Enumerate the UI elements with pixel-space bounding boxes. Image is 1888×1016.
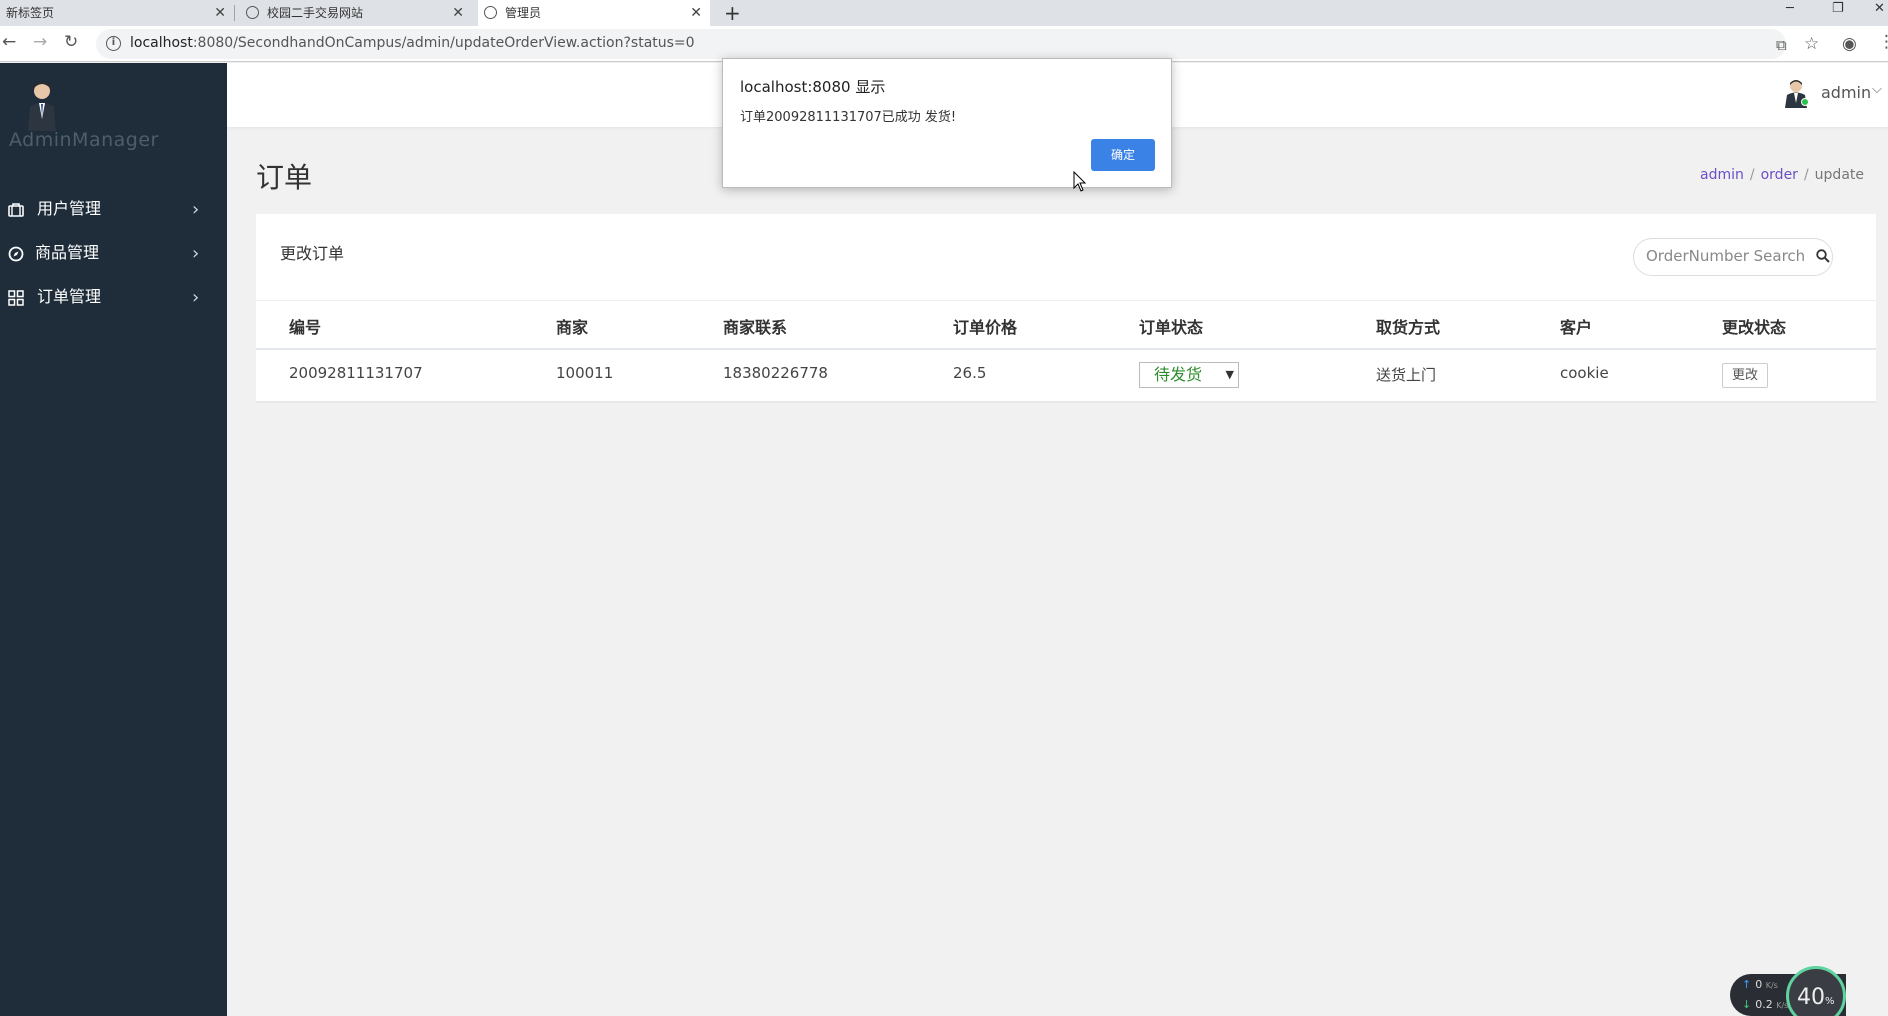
close-icon[interactable]: ✕ (690, 0, 702, 26)
search-box (1633, 238, 1833, 276)
sidebar-item-order-management[interactable]: 订单管理 › (0, 277, 227, 317)
page-title: 订单 (256, 161, 313, 194)
status-selected-value: 待发货 (1154, 365, 1203, 384)
chevron-right-icon: › (192, 199, 200, 220)
breadcrumb-link-admin[interactable]: admin (1700, 167, 1744, 183)
dialog-title: localhost:8080 显示 (740, 78, 886, 96)
tab-title: 新标签页 (6, 6, 55, 20)
restore-icon[interactable]: ❐ (1832, 0, 1844, 18)
cell-pickup-method: 送货上门 (1376, 366, 1437, 384)
browser-tab[interactable]: 校园二手交易网站 ✕ (240, 0, 472, 26)
close-window-icon[interactable]: ✕ (1874, 0, 1885, 18)
url-text: localhost:8080/SecondhandOnCampus/admin/… (130, 35, 695, 51)
chevron-down-icon[interactable]: ⌵ (1872, 82, 1882, 97)
compass-icon (8, 246, 24, 262)
chevron-right-icon: › (192, 287, 200, 308)
tab-title: 校园二手交易网站 (267, 6, 364, 20)
sidebar-item-label: 订单管理 (37, 287, 102, 306)
admin-avatar (28, 82, 56, 131)
globe-icon (484, 6, 497, 19)
card-title: 更改订单 (280, 244, 345, 263)
breadcrumb-current: update (1814, 167, 1864, 183)
sidebar-item-user-management[interactable]: 用户管理 › (0, 189, 227, 229)
close-icon[interactable]: ✕ (214, 0, 226, 26)
order-status-select[interactable]: 待发货 ▼ (1139, 362, 1239, 388)
star-icon[interactable]: ☆ (1804, 34, 1819, 54)
column-header: 更改状态 (1722, 318, 1787, 337)
sidebar-item-product-management[interactable]: 商品管理 › (0, 233, 227, 273)
cell-customer: cookie (1560, 364, 1609, 382)
online-status-dot (1801, 98, 1809, 106)
mouse-cursor-icon (1073, 171, 1087, 192)
url-field[interactable]: i localhost:8080/SecondhandOnCampus/admi… (96, 29, 1787, 59)
breadcrumb: admin / order / update (1700, 167, 1864, 183)
chevron-right-icon: › (192, 243, 200, 264)
sidebar-item-label: 用户管理 (37, 199, 102, 218)
table-header-divider (256, 348, 1876, 350)
cell-seller: 100011 (556, 364, 614, 382)
column-header: 编号 (289, 318, 322, 337)
sidebar: AdminManager 用户管理 › 商品管理 › 订单管理 › (0, 63, 227, 1016)
column-header: 商家 (556, 318, 589, 337)
download-speed: ↓ 0.2 K/s (1742, 998, 1789, 1011)
download-arrow-icon: ↓ (1742, 998, 1752, 1011)
browser-address-bar: ← → ↻ i localhost:8080/SecondhandOnCampu… (0, 26, 1888, 62)
dialog-ok-button[interactable]: 确定 (1091, 139, 1155, 171)
cell-price: 26.5 (953, 364, 987, 382)
cell-order-id: 20092811131707 (289, 364, 423, 382)
breadcrumb-link-order[interactable]: order (1761, 167, 1798, 183)
globe-icon (246, 6, 259, 19)
back-arrow-icon[interactable]: ← (2, 32, 16, 52)
column-header: 商家联系 (723, 318, 788, 337)
column-header: 订单状态 (1139, 318, 1204, 337)
close-icon[interactable]: ✕ (452, 0, 464, 26)
search-icon[interactable] (1816, 249, 1830, 263)
sidebar-item-label: 商品管理 (35, 243, 100, 262)
menu-dots-icon[interactable]: ⋮ (1878, 32, 1888, 52)
account-icon[interactable]: ◉ (1842, 34, 1857, 54)
grid-icon (8, 290, 24, 306)
tab-title: 管理员 (505, 6, 542, 20)
cell-seller-contact: 18380226778 (723, 364, 828, 382)
briefcase-icon (8, 203, 24, 217)
forward-arrow-icon[interactable]: → (33, 32, 47, 52)
browser-tab[interactable]: 新标签页 ✕ (0, 0, 234, 26)
info-icon[interactable]: i (106, 36, 121, 51)
upload-arrow-icon: ↑ (1742, 978, 1752, 991)
plus-icon[interactable]: + (724, 0, 741, 26)
chevron-down-icon: ▼ (1225, 368, 1234, 381)
divider (256, 300, 1876, 301)
user-name[interactable]: admin (1821, 83, 1871, 102)
order-search-input[interactable] (1646, 247, 1806, 265)
reload-icon[interactable]: ↻ (64, 32, 78, 52)
card-bottom-border (256, 401, 1876, 403)
minimize-icon[interactable]: ─ (1786, 0, 1794, 18)
dialog-message: 订单20092811131707已成功 发货! (740, 110, 957, 125)
tab-divider (234, 5, 235, 21)
browser-tab-active[interactable]: 管理员 ✕ (478, 0, 710, 26)
order-card: 更改订单 编号 商家 商家联系 订单价格 订单状态 取货方式 客户 更改状态 2… (256, 214, 1876, 403)
column-header: 客户 (1560, 318, 1593, 337)
translate-icon[interactable]: ⧉ (1776, 36, 1787, 54)
upload-speed: ↑ 0 K/s (1742, 978, 1778, 991)
alert-dialog: localhost:8080 显示 订单20092811131707已成功 发货… (722, 58, 1172, 188)
browser-tab-bar: 新标签页 ✕ 校园二手交易网站 ✕ 管理员 ✕ + ─ ❐ ✕ (0, 0, 1888, 26)
column-header: 取货方式 (1376, 318, 1441, 337)
usage-percent: 40% (1797, 985, 1835, 1010)
column-header: 订单价格 (953, 318, 1018, 337)
brand-name: AdminManager (9, 129, 159, 151)
change-status-button[interactable]: 更改 (1722, 363, 1768, 388)
